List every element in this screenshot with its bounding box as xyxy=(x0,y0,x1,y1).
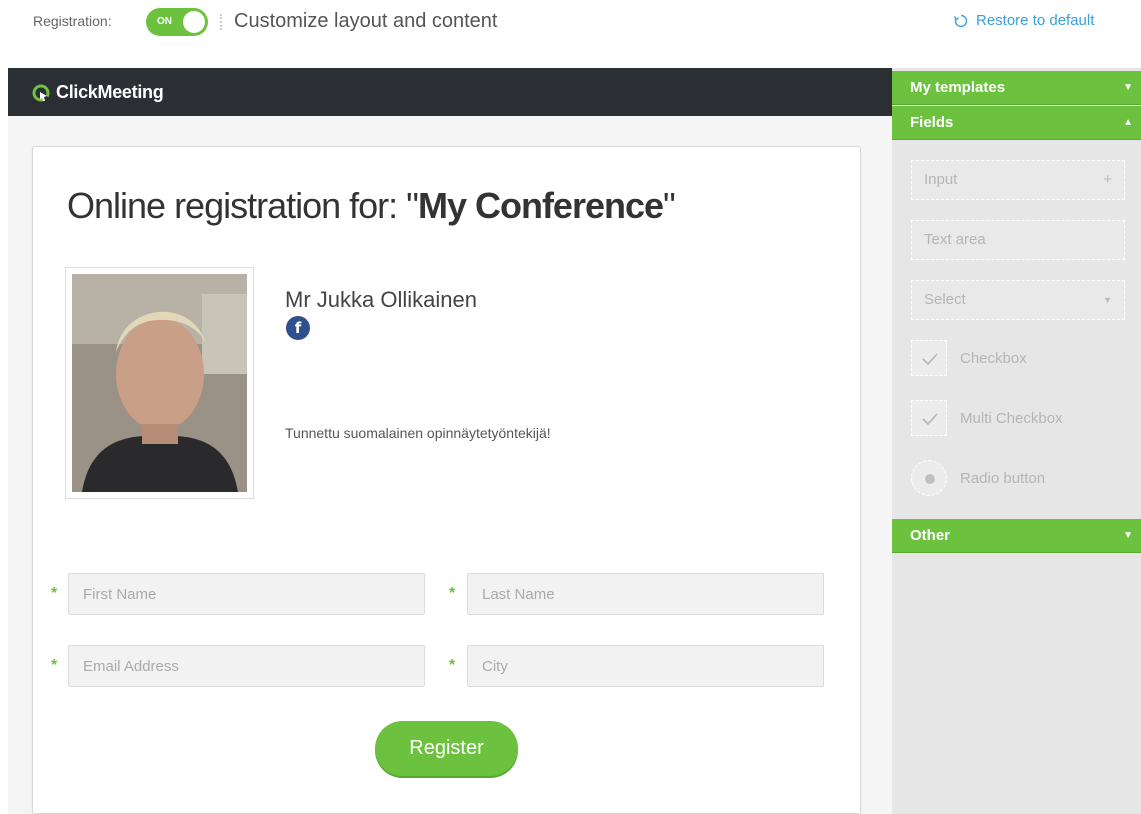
presenter-photo[interactable] xyxy=(65,267,254,499)
email-field[interactable]: Email Address xyxy=(68,645,425,687)
title-suffix: " xyxy=(663,185,676,226)
sidebar: My templates ▼ Fields ▲ Input + Text are… xyxy=(892,68,1141,814)
registration-toggle[interactable]: ON xyxy=(146,8,208,36)
city-field[interactable]: City xyxy=(467,645,824,687)
radio-icon[interactable] xyxy=(911,460,947,496)
field-multi-checkbox[interactable]: Multi Checkbox xyxy=(960,410,1063,427)
page-title[interactable]: Online registration for: "My Conference" xyxy=(67,185,676,227)
my-templates-header[interactable]: My templates ▼ xyxy=(892,71,1141,105)
separator xyxy=(220,14,222,30)
field-input[interactable]: Input + xyxy=(911,160,1125,200)
fields-header[interactable]: Fields ▲ xyxy=(892,106,1141,140)
top-bar: Registration: ON Customize layout and co… xyxy=(0,0,1141,44)
presenter-image xyxy=(72,274,247,492)
registration-label: Registration: xyxy=(33,13,112,29)
field-checkbox[interactable]: Checkbox xyxy=(960,350,1027,367)
required-marker: * xyxy=(449,585,456,602)
customize-heading: Customize layout and content xyxy=(234,10,498,32)
register-button[interactable]: Register xyxy=(375,721,518,776)
plus-icon: + xyxy=(1103,171,1112,188)
chevron-up-icon: ▲ xyxy=(1123,117,1133,128)
last-name-field[interactable]: Last Name xyxy=(467,573,824,615)
required-marker: * xyxy=(449,657,456,674)
presenter-bio: Tunnettu suomalainen opinnäytetyöntekijä… xyxy=(285,425,551,441)
facebook-icon[interactable]: f xyxy=(286,316,310,340)
field-radio[interactable]: Radio button xyxy=(960,470,1045,487)
event-name: My Conference xyxy=(417,185,664,226)
restore-default-link[interactable]: Restore to default xyxy=(954,12,1094,29)
my-templates-label: My templates xyxy=(910,79,1006,96)
required-marker: * xyxy=(51,657,58,674)
toggle-knob xyxy=(183,11,205,33)
clickmeeting-logo: ClickMeeting xyxy=(32,82,164,103)
first-name-field[interactable]: First Name xyxy=(68,573,425,615)
check-icon xyxy=(922,413,938,426)
checkbox-icon[interactable] xyxy=(911,340,947,376)
check-icon xyxy=(922,353,938,366)
field-textarea[interactable]: Text area xyxy=(911,220,1125,260)
field-select[interactable]: Select ▼ xyxy=(911,280,1125,320)
chevron-down-icon: ▼ xyxy=(1123,82,1133,93)
chevron-down-icon: ▼ xyxy=(1103,295,1112,305)
presenter-name: Mr Jukka Ollikainen xyxy=(285,287,477,312)
logo-text: ClickMeeting xyxy=(56,82,164,102)
multi-checkbox-icon[interactable] xyxy=(911,400,947,436)
radio-dot-icon xyxy=(925,474,935,484)
restore-icon xyxy=(954,14,968,27)
portrait-placeholder xyxy=(72,274,247,492)
restore-label: Restore to default xyxy=(976,12,1095,29)
chevron-down-icon: ▼ xyxy=(1123,530,1133,541)
registration-preview: ClickMeeting Online registration for: "M… xyxy=(8,68,892,814)
other-header[interactable]: Other ▼ xyxy=(892,519,1141,553)
field-select-label: Select xyxy=(924,291,966,308)
fields-label: Fields xyxy=(910,114,954,131)
field-input-label: Input xyxy=(924,171,958,188)
registration-card: Online registration for: "My Conference"… xyxy=(32,146,861,814)
title-prefix: Online registration for: " xyxy=(67,185,419,226)
logo-icon xyxy=(32,84,50,102)
required-marker: * xyxy=(51,585,58,602)
preview-header: ClickMeeting xyxy=(8,68,892,116)
other-label: Other xyxy=(910,527,951,544)
toggle-label: ON xyxy=(157,16,172,27)
